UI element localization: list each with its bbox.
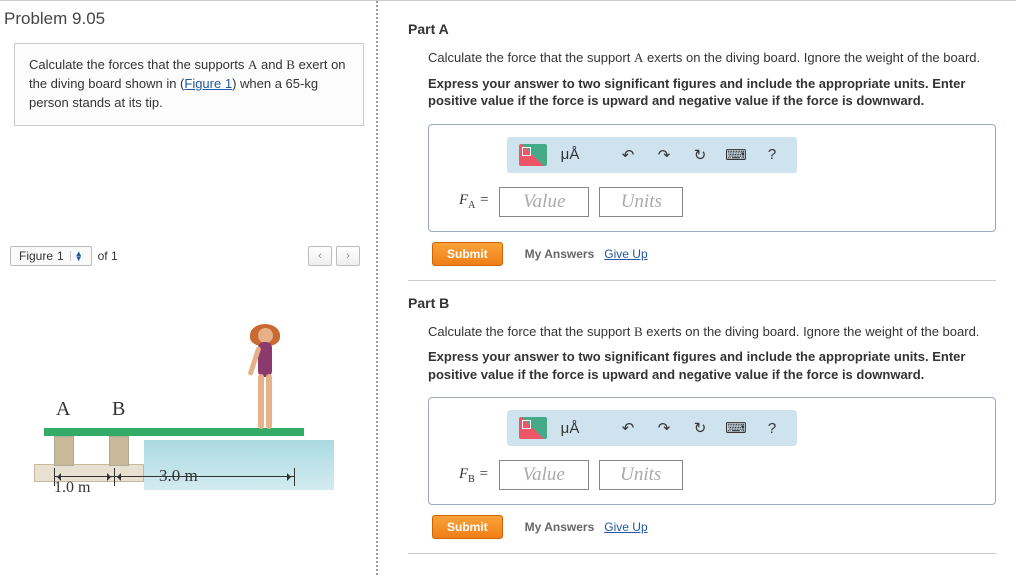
part-a-answer-box: μÅ ↶ ↷ ↻ ⌨ ? FA = Value Units: [428, 124, 996, 232]
part-a-toolbar: μÅ ↶ ↷ ↻ ⌨ ?: [507, 137, 797, 173]
part-a-variable: FA =: [459, 192, 489, 211]
part-b-prompt: Calculate the force that the support B e…: [428, 323, 996, 341]
separator: [408, 553, 996, 554]
figure-prev-button[interactable]: ‹: [308, 246, 332, 266]
templates-icon[interactable]: [519, 144, 547, 166]
symbols-button[interactable]: μÅ: [557, 416, 583, 440]
part-a-answer-links: My Answers Give Up: [525, 247, 648, 261]
figure-image: A B 1.0 m 3.0 m: [14, 278, 356, 508]
part-b-toolbar: μÅ ↶ ↷ ↻ ⌨ ?: [507, 410, 797, 446]
give-up-link[interactable]: Give Up: [604, 247, 647, 261]
part-a-value-input[interactable]: Value: [499, 187, 589, 217]
part-b-answer-box: μÅ ↶ ↷ ↻ ⌨ ? FB = Value Units: [428, 397, 996, 505]
my-answers-label: My Answers: [525, 247, 595, 261]
problem-statement: Calculate the forces that the supports A…: [14, 43, 364, 126]
figure-selector[interactable]: Figure 1 ▲▼: [10, 246, 92, 266]
part-b-support-symbol: B: [634, 324, 643, 339]
keyboard-icon[interactable]: ⌨: [723, 143, 749, 167]
part-b-heading: Part B: [408, 295, 996, 311]
figure-of-text: of 1: [96, 249, 118, 263]
figure-next-button[interactable]: ›: [336, 246, 360, 266]
figure-label: Figure: [19, 249, 53, 263]
part-b-prompt-post: exerts on the diving board. Ignore the w…: [643, 324, 980, 339]
part-b-instruction: Express your answer to two significant f…: [428, 348, 996, 383]
part-b-variable: FB =: [459, 466, 489, 485]
figure-dim-btip: 3.0 m: [159, 466, 198, 486]
support-a-symbol: A: [248, 57, 257, 72]
undo-icon[interactable]: ↶: [615, 143, 641, 167]
part-a-prompt-pre: Calculate the force that the support: [428, 50, 634, 65]
figure-label-a: A: [56, 398, 70, 421]
undo-icon[interactable]: ↶: [615, 416, 641, 440]
templates-icon[interactable]: [519, 417, 547, 439]
help-icon[interactable]: ?: [759, 143, 785, 167]
figure-current: 1: [57, 249, 64, 263]
part-a-heading: Part A: [408, 21, 996, 37]
problem-text-pre: Calculate the forces that the supports: [29, 57, 248, 72]
figure-dim-ab: 1.0 m: [54, 479, 90, 497]
part-a-units-input[interactable]: Units: [599, 187, 683, 217]
figure-link[interactable]: Figure 1: [184, 76, 232, 91]
part-b-prompt-pre: Calculate the force that the support: [428, 324, 634, 339]
reset-icon[interactable]: ↻: [687, 143, 713, 167]
part-a-prompt-post: exerts on the diving board. Ignore the w…: [643, 50, 980, 65]
my-answers-label: My Answers: [525, 520, 595, 534]
reset-icon[interactable]: ↻: [687, 416, 713, 440]
figure-label-b: B: [112, 398, 125, 421]
part-a-prompt: Calculate the force that the support A e…: [428, 49, 996, 67]
symbols-button[interactable]: μÅ: [557, 143, 583, 167]
part-a-instruction: Express your answer to two significant f…: [428, 75, 996, 110]
part-a-submit-button[interactable]: Submit: [432, 242, 503, 266]
stepper-icon[interactable]: ▲▼: [70, 251, 83, 261]
redo-icon[interactable]: ↷: [651, 416, 677, 440]
part-a-support-symbol: A: [634, 50, 643, 65]
part-b-submit-button[interactable]: Submit: [432, 515, 503, 539]
help-icon[interactable]: ?: [759, 416, 785, 440]
problem-title: Problem 9.05: [4, 5, 366, 39]
part-b-units-input[interactable]: Units: [599, 460, 683, 490]
support-b-symbol: B: [286, 57, 295, 72]
redo-icon[interactable]: ↷: [651, 143, 677, 167]
keyboard-icon[interactable]: ⌨: [723, 416, 749, 440]
problem-text-mid1: and: [257, 57, 286, 72]
part-b-answer-links: My Answers Give Up: [525, 520, 648, 534]
give-up-link[interactable]: Give Up: [604, 520, 647, 534]
figure-nav-bar: Figure 1 ▲▼ of 1 ‹ ›: [10, 246, 364, 266]
separator: [408, 280, 996, 281]
part-b-value-input[interactable]: Value: [499, 460, 589, 490]
